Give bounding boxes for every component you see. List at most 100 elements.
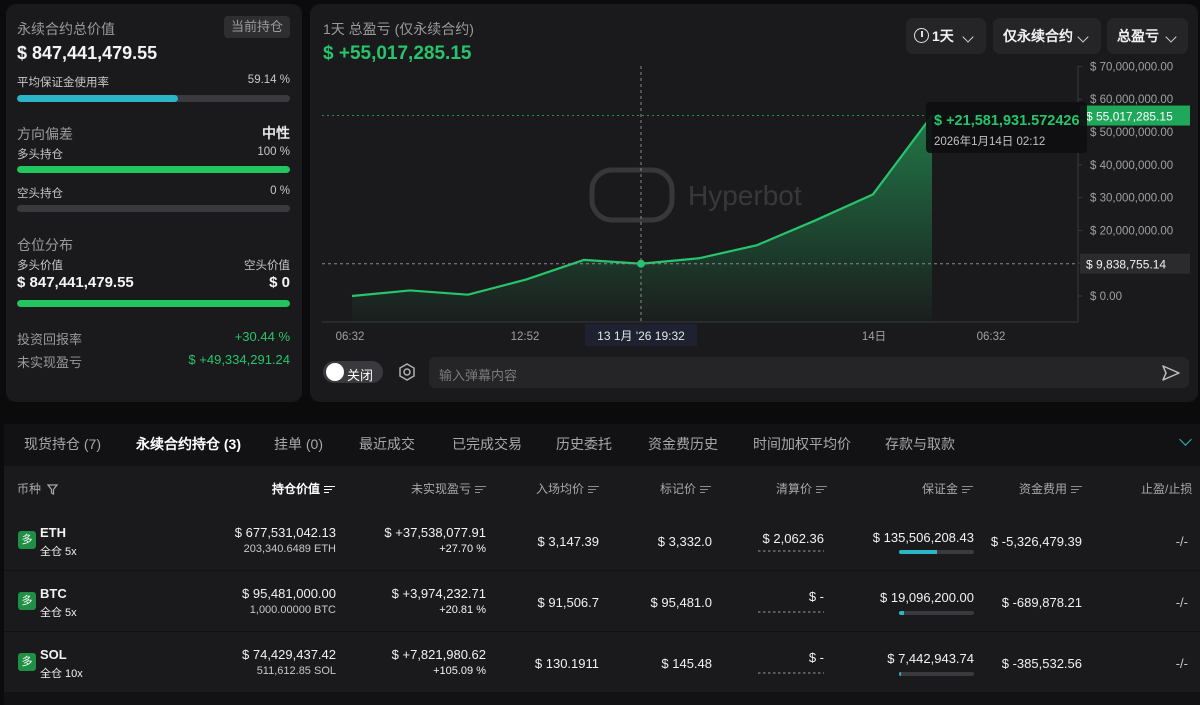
header-coin[interactable]: 币种	[17, 480, 59, 497]
margin-bar	[899, 550, 974, 554]
position-value: $ 677,531,042.13	[234, 525, 336, 540]
margin-usage-label: 平均保证金使用率	[17, 77, 109, 89]
tab-3[interactable]: 最近成交	[359, 434, 415, 454]
liquidation-price: $ -	[808, 650, 824, 665]
tab-7[interactable]: 时间加权平均价	[753, 434, 851, 454]
unrealized-pnl: $ +7,821,980.62	[391, 647, 486, 662]
margin-value: $ 135,506,208.43	[872, 530, 974, 545]
tab-2[interactable]: 挂单 (0)	[274, 434, 323, 454]
current-position-badge[interactable]: 当前持仓	[224, 16, 290, 38]
danmaku-input[interactable]: 输入弹幕内容	[429, 357, 1189, 388]
y-tick-label: $ 0.00	[1090, 291, 1122, 303]
table-row[interactable]: 多 BTC 全仓 5x $ 95,481,000.00 1,000.00000 BTC $…	[4, 571, 1200, 631]
short-value-label: 空头价值	[244, 260, 290, 272]
distribution-bar	[17, 300, 290, 307]
unrealized-pnl-pct: +27.70 %	[439, 543, 486, 555]
coin-symbol[interactable]: SOL	[40, 647, 67, 662]
margin-bar-fill	[899, 550, 937, 554]
tab-4[interactable]: 已完成交易	[452, 434, 522, 454]
margin-bar-fill	[899, 611, 905, 615]
margin-bar	[899, 672, 974, 676]
y-tick-label: $ 40,000,000.00	[1090, 160, 1173, 172]
margin-usage-bar	[17, 95, 290, 102]
short-position-pct: 0 %	[270, 185, 290, 197]
long-position-fill	[17, 166, 290, 173]
crosshair-point[interactable]	[637, 259, 645, 268]
funding-fee: $ -689,878.21	[1001, 595, 1082, 610]
header-unrealized-pnl[interactable]: 未实现盈亏	[411, 480, 487, 497]
pnl-area-chart[interactable]: Hyperbot $ 0.00$ 10,000,000.00$ 20,000,0…	[310, 4, 1198, 402]
tp-sl[interactable]: -/-	[1176, 595, 1188, 610]
unrealized-pnl: $ +37,538,077.91	[384, 525, 486, 540]
y-tick-label: $ 70,000,000.00	[1090, 61, 1173, 73]
liquidation-price: $ -	[808, 589, 824, 604]
y-tick-label: $ 60,000,000.00	[1090, 94, 1173, 106]
table-row[interactable]: 多 SOL 全仓 10x $ 74,429,437.42 511,612.85 SOL $…	[4, 632, 1200, 692]
mark-price: $ 145.48	[661, 656, 712, 671]
chart-watermark: Hyperbot	[589, 167, 802, 223]
header-entry-price[interactable]: 入场均价	[536, 480, 600, 497]
unrealized-pnl-pct: +105.09 %	[433, 665, 486, 677]
header-position-value[interactable]: 持仓价值	[272, 480, 336, 497]
table-row[interactable]: 多 ETH 全仓 5x $ 677,531,042.13 203,340.6489 ET…	[4, 510, 1200, 570]
sort-icon	[816, 485, 828, 494]
sort-icon	[588, 485, 600, 494]
tp-sl[interactable]: -/-	[1176, 656, 1188, 671]
liquidation-dotted-line	[758, 550, 824, 552]
tab-5[interactable]: 历史委托	[556, 434, 612, 454]
total-value: $ 847,441,479.55	[17, 43, 158, 63]
margin-usage-pct: 59.14 %	[247, 74, 290, 86]
margin-value: $ 7,442,943.74	[887, 651, 974, 666]
position-size: 203,340.6489 ETH	[243, 543, 336, 555]
roi-label: 投资回报率	[17, 332, 83, 347]
crosshair-y-label: $ 9,838,755.14	[1086, 258, 1166, 272]
positions-section: 现货持仓 (7) 永续合约持仓 (3) 挂单 (0) 最近成交 已完成交易 历史委托 资金费…	[4, 424, 1200, 705]
x-tick-label: 14日	[862, 331, 886, 343]
y-tick-label: $ 30,000,000.00	[1090, 193, 1173, 205]
x-tick-label: 06:32	[336, 331, 365, 343]
tab-8[interactable]: 存款与取款	[885, 434, 955, 454]
collapse-chevron-icon[interactable]	[1179, 433, 1192, 446]
liquidation-dotted-line	[758, 672, 824, 674]
coin-symbol[interactable]: ETH	[40, 525, 66, 540]
settings-hexagon-icon[interactable]	[397, 362, 417, 382]
position-size: 511,612.85 SOL	[256, 665, 336, 677]
tab-6[interactable]: 资金费历史	[648, 434, 718, 454]
long-position-label: 多头持仓	[17, 149, 63, 161]
margin-mode: 全仓 10x	[40, 668, 83, 680]
filter-icon[interactable]	[47, 484, 59, 496]
margin-usage-fill	[17, 95, 179, 102]
funding-fee: $ -5,326,479.39	[990, 534, 1082, 549]
sort-icon	[1071, 485, 1083, 494]
tab-1[interactable]: 永续合约持仓 (3)	[136, 434, 241, 454]
margin-mode: 全仓 5x	[40, 546, 77, 558]
header-mark-price[interactable]: 标记价	[660, 480, 712, 497]
tab-0[interactable]: 现货持仓 (7)	[24, 434, 101, 454]
liquidation-dotted-line	[758, 611, 824, 613]
coin-symbol[interactable]: BTC	[40, 586, 67, 601]
danmaku-toggle[interactable]: 关闭	[323, 361, 383, 383]
tooltip-value: $ +21,581,931.572426	[934, 113, 1080, 129]
sort-icon	[324, 485, 336, 494]
header-margin[interactable]: 保证金	[922, 480, 974, 497]
long-value: $ 847,441,479.55	[17, 274, 134, 291]
unrealized-label: 未实现盈亏	[17, 355, 83, 370]
x-tick-label: 12:52	[511, 331, 540, 343]
short-position-label: 空头持仓	[17, 188, 63, 200]
short-position-bar	[17, 205, 290, 212]
header-liq-price[interactable]: 清算价	[776, 480, 828, 497]
long-side-badge: 多	[18, 653, 36, 671]
crosshair-x-label: 13 1月 '26 19:32	[597, 329, 685, 343]
margin-value: $ 19,096,200.00	[880, 590, 974, 605]
send-icon[interactable]	[1161, 363, 1181, 383]
sort-icon	[962, 485, 974, 494]
short-value: $ 0	[269, 274, 290, 291]
bias-title: 方向偏差	[17, 126, 73, 142]
watermark-text: Hyperbot	[688, 180, 802, 211]
header-funding[interactable]: 资金费用	[1019, 480, 1083, 497]
tp-sl[interactable]: -/-	[1176, 534, 1188, 549]
danmaku-placeholder: 输入弹幕内容	[439, 368, 518, 383]
pnl-chart-panel: 1天 总盈亏 (仅永续合约) $ +55,017,285.15 1天 仅永续合约…	[310, 4, 1198, 402]
danmaku-toggle-label: 关闭	[347, 368, 374, 383]
table-header: 币种 持仓价值 未实现盈亏 入场均价 标记价 清算价 保证金 资金费用 止盈/止…	[4, 466, 1200, 510]
